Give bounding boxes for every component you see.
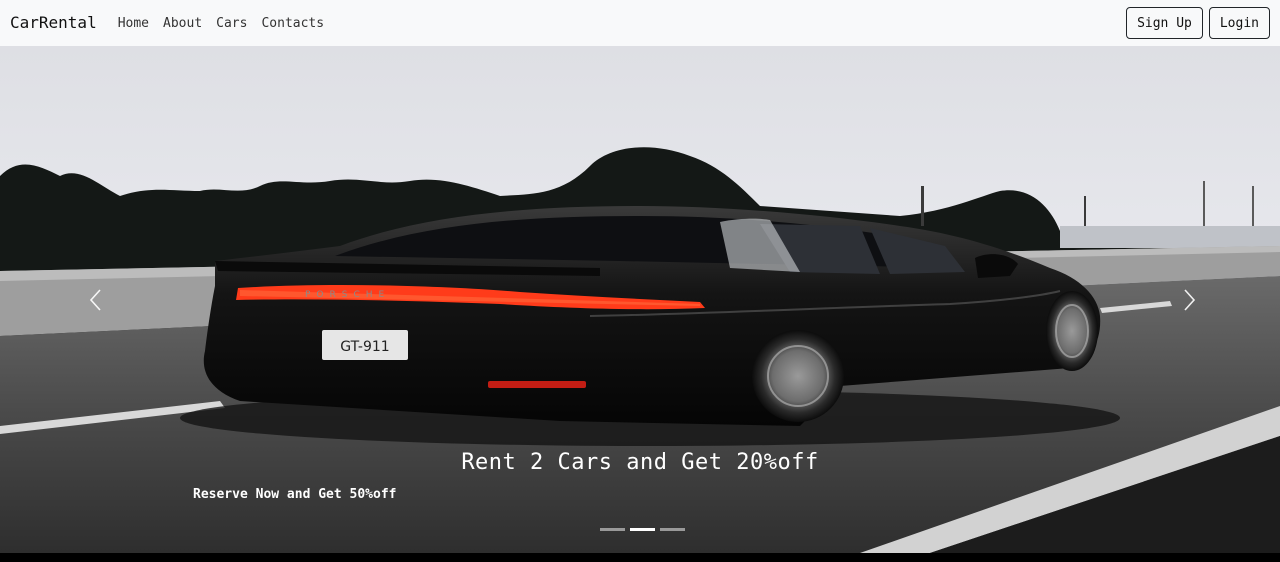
carousel-caption-subtitle: Reserve Now and Get 50%off	[193, 487, 397, 502]
carousel-indicators	[600, 528, 685, 531]
nav-links: Home About Cars Contacts	[118, 17, 324, 30]
nav-link-cars[interactable]: Cars	[216, 17, 247, 30]
chevron-right-icon	[1184, 289, 1196, 311]
carousel-next-button[interactable]	[1169, 276, 1209, 324]
page-bottom-strip	[0, 553, 1280, 562]
nav-link-about[interactable]: About	[163, 17, 202, 30]
brand-badge: PORSCHE	[305, 290, 390, 300]
carousel-indicator-2[interactable]	[630, 528, 655, 531]
svg-text:GT-911: GT-911	[340, 339, 389, 355]
signup-button[interactable]: Sign Up	[1126, 7, 1203, 39]
hero-car-image: PORSCHE GT-911	[0, 46, 1280, 553]
nav-link-contacts[interactable]: Contacts	[261, 17, 324, 30]
carousel-prev-button[interactable]	[76, 276, 116, 324]
carousel-indicator-3[interactable]	[660, 528, 685, 531]
auth-buttons: Sign Up Login	[1126, 7, 1270, 39]
hero-carousel: PORSCHE GT-911 Rent 2 Cars and Get 20%of…	[0, 46, 1280, 553]
carousel-caption-title: Rent 2 Cars and Get 20%off	[461, 450, 819, 475]
nav-link-home[interactable]: Home	[118, 17, 149, 30]
navbar: CarRental Home About Cars Contacts Sign …	[0, 0, 1280, 46]
chevron-left-icon	[89, 289, 101, 311]
front-wheel	[1046, 291, 1098, 371]
login-button[interactable]: Login	[1208, 7, 1270, 39]
rear-wheel	[752, 330, 844, 422]
brand-logo[interactable]: CarRental	[10, 15, 97, 31]
carousel-indicator-1[interactable]	[600, 528, 625, 531]
